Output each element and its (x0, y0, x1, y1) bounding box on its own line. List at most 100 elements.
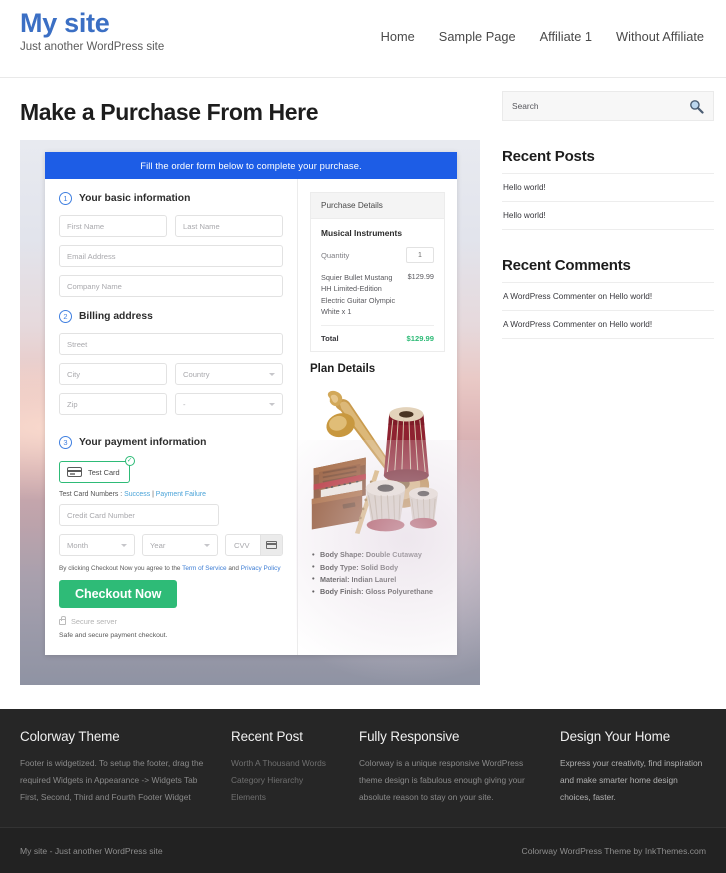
step-3-label: Your payment information (79, 437, 207, 448)
step-3-header: 3 Your payment information (59, 436, 283, 449)
zip-state-row: Zip - (59, 393, 283, 423)
order-summary-column: Purchase Details Musical Instruments Qua… (298, 179, 457, 655)
list-item[interactable]: A WordPress Commenter on Hello world! (502, 282, 714, 310)
test-card-numbers-line: Test Card Numbers : Success | Payment Fa… (59, 491, 283, 498)
last-name-input[interactable]: Last Name (175, 215, 283, 237)
name-field-row: First Name Last Name (59, 215, 283, 245)
footer-widget-3-title: Fully Responsive (359, 729, 460, 744)
expiry-month-value: Month (67, 540, 89, 550)
site-branding[interactable]: My site Just another WordPress site (20, 0, 164, 54)
site-footer: Colorway Theme Footer is widgetized. To … (0, 709, 726, 828)
list-item[interactable]: Elements (231, 789, 343, 806)
recent-comment-link[interactable]: A WordPress Commenter on Hello world! (503, 320, 652, 329)
city-input[interactable]: City (59, 363, 167, 385)
recent-post-link[interactable]: Hello world! (503, 183, 546, 192)
total-value: $129.99 (406, 334, 434, 344)
credit-card-number-input[interactable]: Credit Card Number (59, 504, 219, 526)
step-1-header: 1 Your basic information (59, 192, 283, 205)
musical-instruments-photo (310, 381, 445, 544)
site-header: My site Just another WordPress site Home… (0, 0, 726, 78)
footer-widget-4-title: Design Your Home (560, 729, 671, 744)
chevron-down-icon (269, 372, 275, 376)
cvv-help-icon[interactable] (260, 535, 282, 555)
footer-widget-2: Recent Post Worth A Thousand Words Categ… (231, 729, 343, 805)
email-address-input[interactable]: Email Address (59, 245, 283, 267)
primary-navigation: Home Sample Page Affiliate 1 Without Aff… (381, 0, 706, 44)
test-card-failure-link[interactable]: Payment Failure (156, 491, 206, 498)
search-icon[interactable] (689, 99, 704, 114)
secure-server-label: Secure server (71, 617, 118, 626)
plan-spec-item: Body Finish: Gloss Polyurethane (312, 586, 445, 599)
chevron-down-icon (269, 402, 275, 406)
footer-widget-3-text: Colorway is a unique responsive WordPres… (359, 758, 525, 802)
street-input[interactable]: Street (59, 333, 283, 355)
search-input[interactable]: Search (512, 101, 539, 111)
list-item[interactable]: Hello world! (502, 173, 714, 201)
zip-input[interactable]: Zip (59, 393, 167, 415)
test-card-option-label: Test Card (88, 467, 120, 477)
country-select[interactable]: Country (175, 363, 283, 385)
credit-theme-attribution[interactable]: Colorway WordPress Theme by InkThemes.co… (521, 846, 706, 856)
expiry-year-select[interactable]: Year (142, 534, 218, 556)
footer-widget-4-text: Express your creativity, find inspiratio… (560, 758, 703, 802)
nav-item-affiliate-1[interactable]: Affiliate 1 (540, 29, 592, 44)
footer-post-link[interactable]: Elements (231, 792, 266, 802)
plan-specs-list: Body Shape: Double Cutaway Body Type: So… (310, 549, 445, 599)
check-circle-icon: ✓ (124, 456, 135, 466)
step-2-header: 2 Billing address (59, 310, 283, 323)
list-item[interactable]: Category Hierarchy (231, 772, 343, 789)
recent-posts-list: Hello world! Hello world! (502, 173, 714, 230)
step-2-label: Billing address (79, 311, 153, 322)
sidebar: Search Recent Posts Hello world! Hello w… (502, 78, 714, 339)
company-name-input[interactable]: Company Name (59, 275, 283, 297)
main-content-column: Make a Purchase From Here Fill the order… (20, 78, 480, 685)
footer-widget-1: Colorway Theme Footer is widgetized. To … (20, 729, 215, 805)
widget-title-recent-comments: Recent Comments (502, 257, 631, 274)
privacy-policy-link[interactable]: Privacy Policy (241, 565, 281, 572)
footer-widget-1-title: Colorway Theme (20, 729, 120, 744)
search-form[interactable]: Search (502, 91, 714, 121)
list-item[interactable]: A WordPress Commenter on Hello world! (502, 310, 714, 339)
footer-post-link[interactable]: Worth A Thousand Words (231, 758, 326, 768)
list-item[interactable]: Worth A Thousand Words (231, 755, 343, 772)
total-row: Total $129.99 (321, 326, 434, 343)
purchase-details-heading: Purchase Details (311, 193, 444, 219)
quantity-label: Quantity (321, 250, 350, 260)
order-form-body: 1 Your basic information First Name Last… (45, 179, 457, 655)
expiry-month-select[interactable]: Month (59, 534, 135, 556)
plan-details-title: Plan Details (310, 363, 376, 376)
first-name-input[interactable]: First Name (59, 215, 167, 237)
expiry-cvv-row: Month Year CVV (59, 534, 283, 556)
list-item[interactable]: Hello world! (502, 201, 714, 230)
recent-comment-link[interactable]: A WordPress Commenter on Hello world! (503, 292, 652, 301)
footer-widget-1-text: Footer is widgetized. To setup the foote… (20, 758, 204, 802)
footer-widget-2-title: Recent Post (231, 729, 303, 744)
terms-notice: By clicking Checkout Now you agree to th… (59, 565, 283, 572)
widget-title-recent-posts: Recent Posts (502, 148, 595, 165)
line-item-price: $129.99 (407, 272, 434, 281)
state-select[interactable]: - (175, 393, 283, 415)
footer-post-link[interactable]: Category Hierarchy (231, 775, 303, 785)
recent-post-link[interactable]: Hello world! (503, 211, 546, 220)
order-form-fields: 1 Your basic information First Name Last… (45, 179, 298, 655)
test-card-numbers-prefix: Test Card Numbers : (59, 491, 125, 498)
page-title: Make a Purchase From Here (20, 99, 319, 125)
recent-comments-list: A WordPress Commenter on Hello world! A … (502, 282, 714, 339)
terms-mid: and (226, 565, 241, 572)
site-title[interactable]: My site (20, 9, 164, 38)
purchase-details-panel: Purchase Details Musical Instruments Qua… (310, 192, 445, 353)
test-card-success-link[interactable]: Success (124, 491, 150, 498)
nav-item-home[interactable]: Home (381, 29, 415, 44)
terms-prefix: By clicking Checkout Now you agree to th… (59, 565, 183, 572)
checkout-now-button[interactable]: Checkout Now (59, 580, 178, 608)
cvv-input[interactable]: CVV (225, 534, 283, 556)
nav-item-without-affiliate[interactable]: Without Affiliate (616, 29, 704, 44)
nav-item-sample-page[interactable]: Sample Page (439, 29, 516, 44)
quantity-input[interactable]: 1 (406, 247, 434, 263)
test-card-option[interactable]: Test Card (59, 461, 130, 483)
product-name: Musical Instruments (321, 228, 402, 238)
theme-credit-link[interactable]: Colorway WordPress Theme by InkThemes.co… (521, 846, 706, 856)
plan-spec-item: Body Type: Solid Body (312, 561, 445, 574)
terms-of-service-link[interactable]: Term of Service (182, 565, 226, 572)
credit-site-name: My site - Just another WordPress site (20, 845, 163, 856)
